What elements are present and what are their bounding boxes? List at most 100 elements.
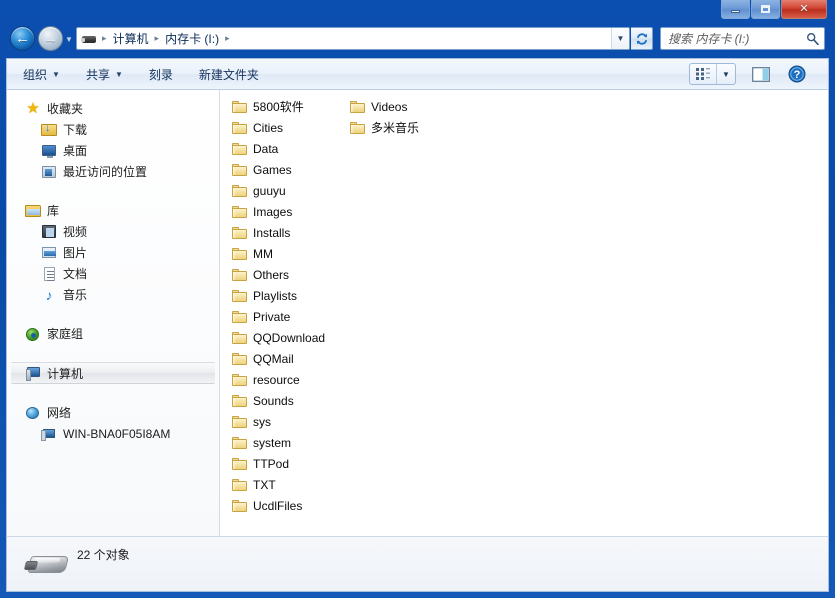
picture-icon: [41, 245, 57, 261]
file-list[interactable]: 5800软件 Cities Data Games guuyu Images Installs…: [220, 90, 828, 536]
command-toolbar: 组织 ▼ 共享 ▼ 刻录 新建文件夹 ▼ ?: [6, 58, 829, 90]
recent-places-icon: [41, 164, 57, 180]
change-view-dropdown-button[interactable]: ▼: [716, 64, 735, 84]
back-button[interactable]: ←: [10, 26, 35, 51]
file-list-item[interactable]: QQMail: [226, 348, 344, 369]
file-list-item-label: Private: [253, 309, 291, 324]
sidebar-item-computer[interactable]: 计算机: [11, 362, 215, 384]
file-list-item[interactable]: Playlists: [226, 285, 344, 306]
file-list-item[interactable]: Games: [226, 159, 344, 180]
folder-icon: [232, 457, 248, 471]
forward-arrow-icon: →: [43, 30, 58, 47]
sidebar-item-libraries[interactable]: 库: [7, 200, 219, 221]
folder-icon: [232, 226, 248, 240]
sidebar-item-recent-places[interactable]: 最近访问的位置: [7, 161, 219, 182]
folder-icon: [232, 436, 248, 450]
sidebar-item-homegroup[interactable]: 家庭组: [7, 323, 219, 344]
file-list-item[interactable]: Others: [226, 264, 344, 285]
search-input[interactable]: 搜索 内存卡 (I:): [668, 30, 805, 47]
address-bar[interactable]: ▸ 计算机 ▸ 内存卡 (I:) ▸ ▼: [76, 27, 630, 50]
file-list-item[interactable]: Private: [226, 306, 344, 327]
nav-gap: [7, 386, 219, 402]
breadcrumb-separator[interactable]: ▸: [224, 33, 231, 44]
file-list-item[interactable]: Cities: [226, 117, 344, 138]
sidebar-item-label: WIN-BNA0F05I8AM: [63, 426, 171, 441]
preview-pane-button[interactable]: [748, 63, 774, 85]
file-list-item[interactable]: TTPod: [226, 453, 344, 474]
file-list-item[interactable]: Images: [226, 201, 344, 222]
maximize-button[interactable]: [751, 0, 780, 19]
desktop-icon: [41, 143, 57, 159]
help-button[interactable]: ?: [784, 63, 810, 85]
breadcrumb-item-computer[interactable]: 计算机: [110, 28, 152, 49]
file-list-item[interactable]: guuyu: [226, 180, 344, 201]
file-list-item-label: sys: [253, 414, 271, 429]
breadcrumb-separator[interactable]: ▸: [101, 33, 108, 44]
sidebar-item-desktop[interactable]: 桌面: [7, 140, 219, 161]
minimize-button[interactable]: [721, 0, 750, 19]
change-view-group: ▼: [689, 63, 736, 85]
toolbar-right-group: ▼ ?: [689, 63, 820, 85]
file-list-item[interactable]: Sounds: [226, 390, 344, 411]
forward-button[interactable]: →: [38, 26, 63, 51]
file-list-item[interactable]: system: [226, 432, 344, 453]
explorer-window: ✕ ← → ▼ ▸ 计算机 ▸ 内存卡 (I:) ▸ ▼ 搜索 内存卡 (I:)…: [0, 0, 835, 598]
file-list-item[interactable]: Data: [226, 138, 344, 159]
file-list-item-label: Others: [253, 267, 290, 282]
file-list-item[interactable]: UcdlFiles: [226, 495, 344, 516]
folder-icon: [232, 415, 248, 429]
sidebar-item-favorites[interactable]: ★ 收藏夹: [7, 98, 219, 119]
toolbar-burn-button[interactable]: 刻录: [139, 62, 183, 87]
sidebar-item-downloads[interactable]: 下载: [7, 119, 219, 140]
file-list-item[interactable]: QQDownload: [226, 327, 344, 348]
file-list-item[interactable]: TXT: [226, 474, 344, 495]
sidebar-item-network-computer[interactable]: WIN-BNA0F05I8AM: [7, 423, 219, 444]
folder-icon: [232, 499, 248, 513]
file-list-item[interactable]: 5800软件: [226, 96, 344, 117]
network-computer-icon: [41, 426, 57, 442]
help-icon: ?: [788, 65, 806, 83]
nav-gap: [7, 307, 219, 323]
file-list-item-label: Playlists: [253, 288, 298, 303]
file-list-item-label: Games: [253, 162, 292, 177]
file-list-item[interactable]: Installs: [226, 222, 344, 243]
breadcrumb-separator[interactable]: ▸: [154, 33, 161, 44]
toolbar-share-button[interactable]: 共享 ▼: [76, 62, 133, 87]
sidebar-item-network[interactable]: 网络: [7, 402, 219, 423]
star-icon: ★: [26, 99, 40, 117]
file-list-item-label: TTPod: [253, 456, 290, 471]
toolbar-new-folder-button[interactable]: 新建文件夹: [189, 62, 269, 87]
folder-icon: [232, 121, 248, 135]
breadcrumb-item-drive[interactable]: 内存卡 (I:): [162, 28, 222, 49]
toolbar-organize-label: 组织: [23, 67, 48, 82]
window-controls: ✕: [721, 0, 827, 22]
sidebar-item-videos[interactable]: 视频: [7, 221, 219, 242]
search-box[interactable]: 搜索 内存卡 (I:): [660, 27, 825, 50]
sidebar-item-documents[interactable]: 文档: [7, 263, 219, 284]
file-list-item-label: guuyu: [253, 183, 286, 198]
file-list-item[interactable]: sys: [226, 411, 344, 432]
refresh-button[interactable]: [631, 27, 653, 50]
file-list-item[interactable]: 多米音乐: [344, 117, 462, 138]
change-view-button[interactable]: [690, 64, 716, 84]
sidebar-item-music[interactable]: ♪ 音乐: [7, 284, 219, 305]
status-bar: 22 个对象: [6, 536, 829, 592]
address-dropdown-button[interactable]: ▼: [611, 28, 629, 49]
sidebar-item-label: 图片: [63, 246, 88, 260]
folder-icon: [232, 373, 248, 387]
recent-pages-button[interactable]: ▼: [64, 34, 74, 44]
close-button[interactable]: ✕: [781, 0, 827, 19]
toolbar-organize-button[interactable]: 组织 ▼: [13, 62, 70, 87]
nav-group-network: 网络 WIN-BNA0F05I8AM: [7, 402, 219, 444]
file-list-item[interactable]: Videos: [344, 96, 462, 117]
view-mode-icon: [696, 68, 710, 80]
address-bar-row: ← → ▼ ▸ 计算机 ▸ 内存卡 (I:) ▸ ▼ 搜索 内存卡 (I:): [0, 25, 835, 55]
sidebar-item-label: 视频: [63, 225, 88, 239]
sidebar-item-pictures[interactable]: 图片: [7, 242, 219, 263]
removable-drive-icon: [81, 32, 97, 46]
file-list-item[interactable]: MM: [226, 243, 344, 264]
file-list-item[interactable]: resource: [226, 369, 344, 390]
navigation-pane[interactable]: ★ 收藏夹 下载 桌面 最近访问的位置: [7, 90, 220, 536]
folder-icon: [232, 247, 248, 261]
chevron-down-icon: ▼: [616, 34, 625, 43]
